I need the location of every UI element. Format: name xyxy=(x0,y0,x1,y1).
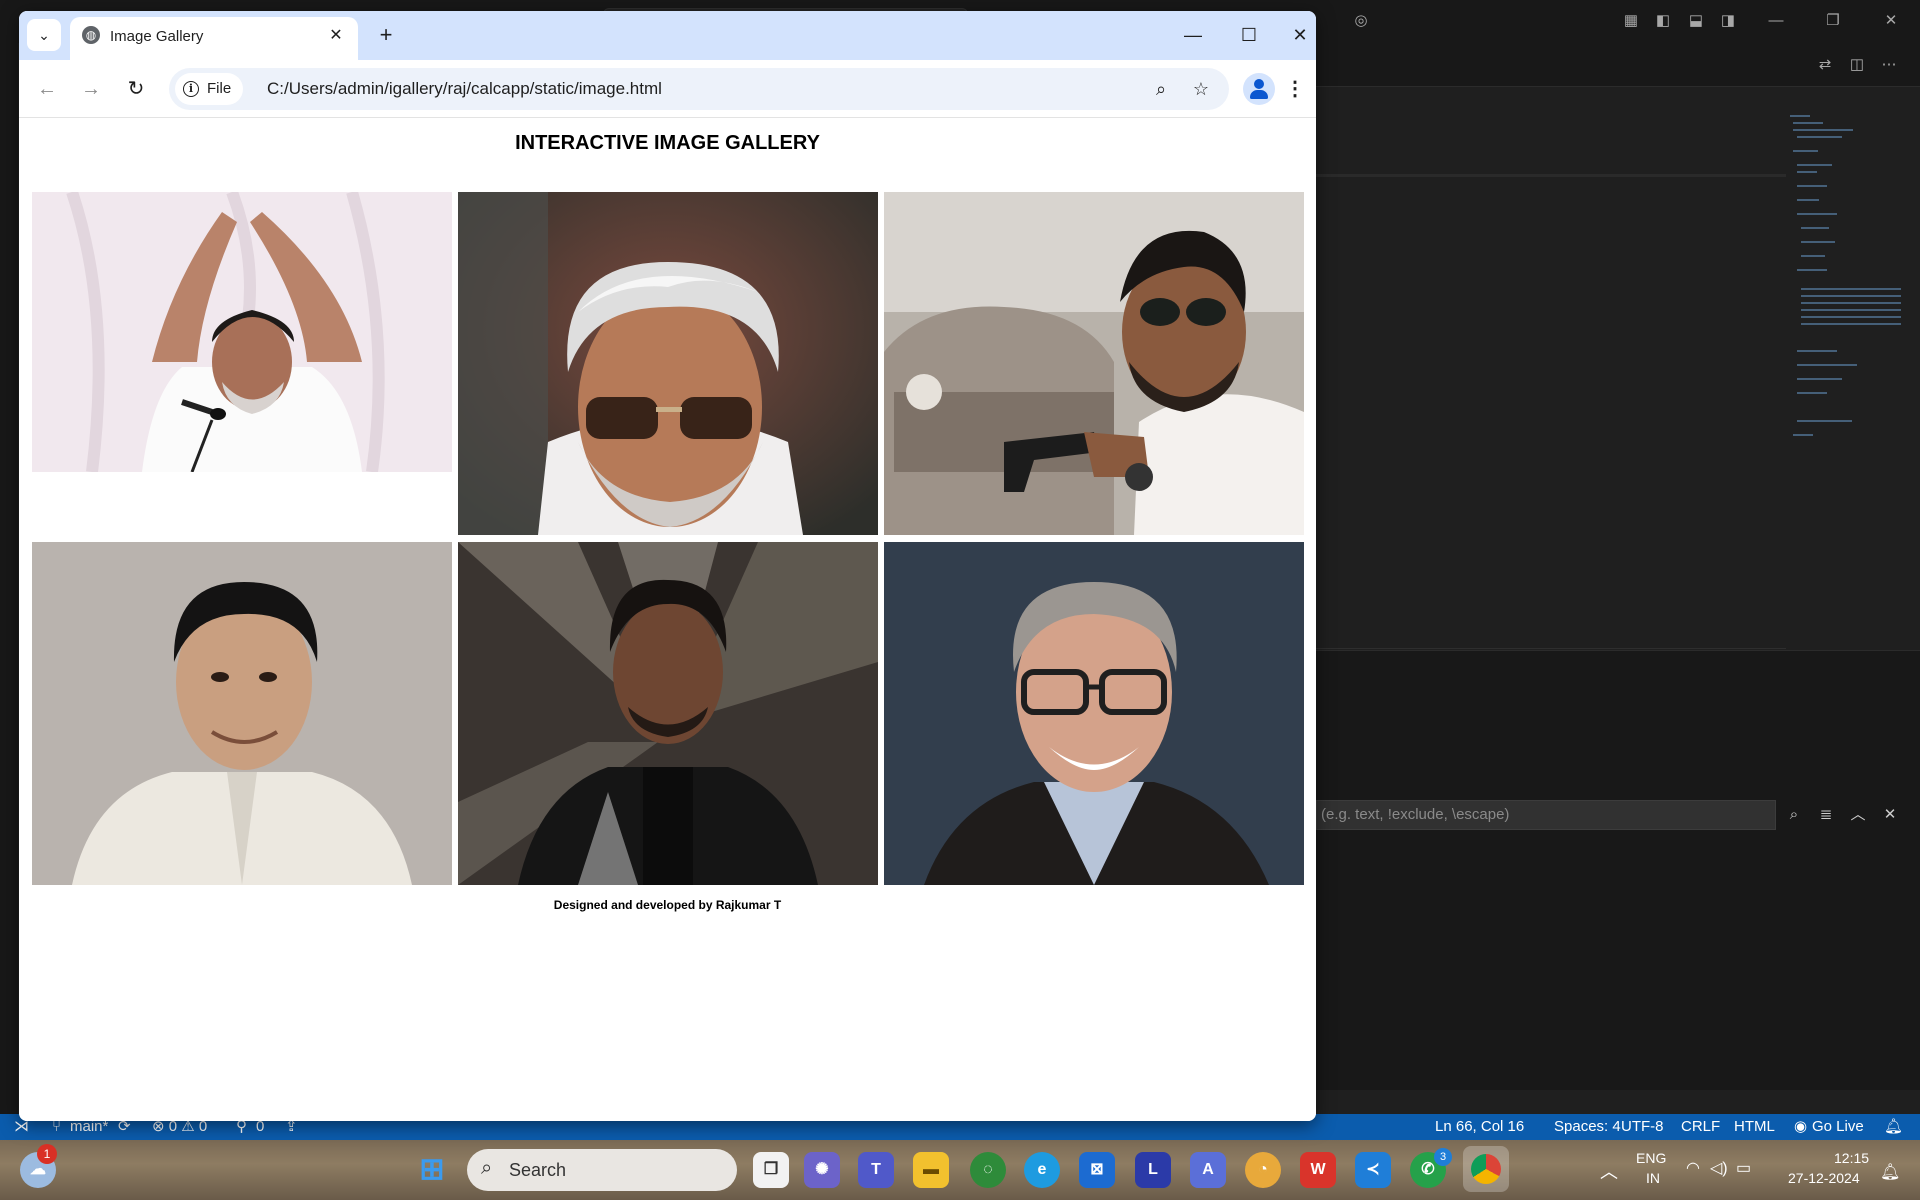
back-arrow-icon[interactable]: ← xyxy=(31,73,63,105)
search-icon: ⌕ xyxy=(481,1157,493,1179)
vscode-activity-bar xyxy=(0,43,18,1121)
weather-badge: 1 xyxy=(37,1144,57,1164)
language-line1[interactable]: ENG xyxy=(1636,1150,1666,1166)
chevron-up-icon[interactable]: ︿ xyxy=(1846,802,1870,828)
vscode-editor-tabs: ⇄ ◫ ⋯ xyxy=(1316,43,1920,87)
info-icon: i xyxy=(183,81,199,97)
vscode-panel-border xyxy=(1316,648,1786,649)
tab-image-gallery[interactable]: ◍ Image Gallery ✕ xyxy=(70,17,358,60)
wifi-icon[interactable]: ◠ xyxy=(1686,1158,1700,1178)
tab-title: Image Gallery xyxy=(110,28,204,45)
bookmark-star-icon[interactable]: ☆ xyxy=(1187,75,1215,103)
filter-list-icon[interactable]: ≣ xyxy=(1814,802,1838,828)
task-view-icon[interactable]: ❐ xyxy=(753,1152,789,1188)
gallery-image-5[interactable] xyxy=(458,542,878,885)
maximize-window-icon[interactable]: ☐ xyxy=(1229,20,1269,50)
encoding[interactable]: UTF-8 xyxy=(1621,1114,1664,1140)
notification-bell-icon[interactable]: 🔔︎ xyxy=(1880,1162,1900,1182)
clock-time[interactable]: 12:15 xyxy=(1834,1150,1869,1166)
battery-icon[interactable]: ▭ xyxy=(1736,1158,1751,1178)
tray-overflow-icon[interactable]: ︿ xyxy=(1600,1158,1618,1184)
page-content: INTERACTIVE IMAGE GALLERY Designed and d… xyxy=(19,119,1316,1121)
menu-kebab-icon[interactable]: ⋮ xyxy=(1279,73,1311,105)
vscode-panel xyxy=(1316,650,1920,1090)
toggle-secondary-sidebar-icon[interactable]: ◨ xyxy=(1715,8,1741,34)
tab-close-icon[interactable]: ✕ xyxy=(324,24,348,48)
address-bar[interactable]: i File C:/Users/admin/igallery/raj/calca… xyxy=(169,68,1229,110)
new-tab-button[interactable]: + xyxy=(372,22,400,50)
footer-credit: Designed and developed by Rajkumar T xyxy=(553,898,782,912)
forward-arrow-icon[interactable]: → xyxy=(75,73,107,105)
copilot-app-icon[interactable]: ✺ xyxy=(804,1152,840,1188)
copilot-icon[interactable]: ◎ xyxy=(1348,8,1374,34)
gallery-image-3[interactable] xyxy=(884,192,1304,535)
restore-icon[interactable]: ❐ xyxy=(1820,8,1846,34)
edge-icon[interactable]: e xyxy=(1024,1152,1060,1188)
toggle-panel-icon[interactable]: ⬓ xyxy=(1683,8,1709,34)
golive-icon: ◉ xyxy=(1794,1118,1808,1135)
gallery-image-4[interactable] xyxy=(32,542,452,885)
cursor-position[interactable]: Ln 66, Col 16 xyxy=(1435,1114,1524,1140)
minimize-window-icon[interactable]: — xyxy=(1173,20,1213,50)
zoom-icon[interactable]: ⌕ xyxy=(1147,75,1175,103)
find-close-icon[interactable]: ✕ xyxy=(1878,802,1902,828)
windows-taskbar: ☁ 1 ⊞ ⌕ Search ❐ ✺ T ▬ ◌ e ⊠ L A ◔ W ≺ ✆… xyxy=(0,1140,1920,1200)
whatsapp-badge: 3 xyxy=(1434,1148,1452,1166)
taskbar-search[interactable]: ⌕ Search xyxy=(467,1149,737,1191)
notifications-icon[interactable]: 🔔︎ xyxy=(1884,1114,1903,1140)
site-info-label: File xyxy=(207,80,232,97)
minimize-icon[interactable]: — xyxy=(1763,8,1789,34)
vscode-scroll-shadow xyxy=(1316,174,1786,177)
a-app-icon[interactable]: A xyxy=(1190,1152,1226,1188)
store-icon[interactable]: ⊠ xyxy=(1079,1152,1115,1188)
find-input[interactable]: (e.g. text, !exclude, \escape) xyxy=(1316,800,1776,830)
clock-date[interactable]: 27-12-2024 xyxy=(1788,1170,1860,1186)
language-mode[interactable]: HTML xyxy=(1734,1114,1775,1140)
go-live-button[interactable]: Go Live xyxy=(1812,1114,1864,1140)
tab-search-chevron-icon[interactable]: ⌄ xyxy=(27,19,61,51)
gallery-image-6[interactable] xyxy=(884,542,1304,885)
browser-toolbar: ← → ↻ i File C:/Users/admin/igallery/raj… xyxy=(19,60,1316,118)
l-app-icon[interactable]: L xyxy=(1135,1152,1171,1188)
refresh-app-icon[interactable]: ◌ xyxy=(970,1152,1006,1188)
close-icon[interactable]: ✕ xyxy=(1878,8,1904,34)
search-label: Search xyxy=(509,1160,567,1180)
language-line2[interactable]: IN xyxy=(1646,1170,1660,1186)
chrome-active-icon[interactable] xyxy=(1463,1146,1509,1192)
wps-icon[interactable]: W xyxy=(1300,1152,1336,1188)
globe-icon: ◍ xyxy=(82,26,100,44)
gallery-image-1[interactable] xyxy=(32,192,452,472)
indentation[interactable]: Spaces: 4 xyxy=(1554,1114,1621,1140)
split-editor-icon[interactable]: ◫ xyxy=(1844,52,1870,78)
page-title: INTERACTIVE IMAGE GALLERY xyxy=(515,132,820,154)
site-info-chip[interactable]: i File xyxy=(175,73,243,105)
line-endings[interactable]: CRLF xyxy=(1681,1114,1720,1140)
gallery-image-2[interactable] xyxy=(458,192,878,535)
vscode-minimap[interactable] xyxy=(1785,110,1905,450)
system-tray: ︿ ENG IN ◠ ◁) ▭ 12:15 27-12-2024 🔔︎ xyxy=(1590,1140,1920,1200)
vscode-taskbar-icon[interactable]: ≺ xyxy=(1355,1152,1391,1188)
profile-avatar-icon[interactable] xyxy=(1243,73,1275,105)
compare-changes-icon[interactable]: ⇄ xyxy=(1812,52,1838,78)
file-explorer-icon[interactable]: ▬ xyxy=(913,1152,949,1188)
customize-layout-icon[interactable]: ▦ xyxy=(1618,8,1644,34)
teams-icon[interactable]: T xyxy=(858,1152,894,1188)
more-actions-icon[interactable]: ⋯ xyxy=(1876,52,1902,78)
url-text[interactable]: C:/Users/admin/igallery/raj/calcapp/stat… xyxy=(267,79,662,99)
start-icon[interactable]: ⊞ xyxy=(414,1152,450,1188)
chrome-window: ⌄ ◍ Image Gallery ✕ + — ☐ ✕ ← → ↻ i File… xyxy=(19,11,1316,1121)
toggle-sidebar-icon[interactable]: ◧ xyxy=(1650,8,1676,34)
chrome-profile-icon[interactable]: ◔ xyxy=(1245,1152,1281,1188)
volume-icon[interactable]: ◁) xyxy=(1710,1158,1728,1178)
tab-strip: ⌄ ◍ Image Gallery ✕ + — ☐ ✕ xyxy=(19,11,1316,60)
reload-icon[interactable]: ↻ xyxy=(120,73,152,105)
find-search-icon[interactable]: ⌕ xyxy=(1782,802,1806,828)
close-window-icon[interactable]: ✕ xyxy=(1285,20,1315,50)
